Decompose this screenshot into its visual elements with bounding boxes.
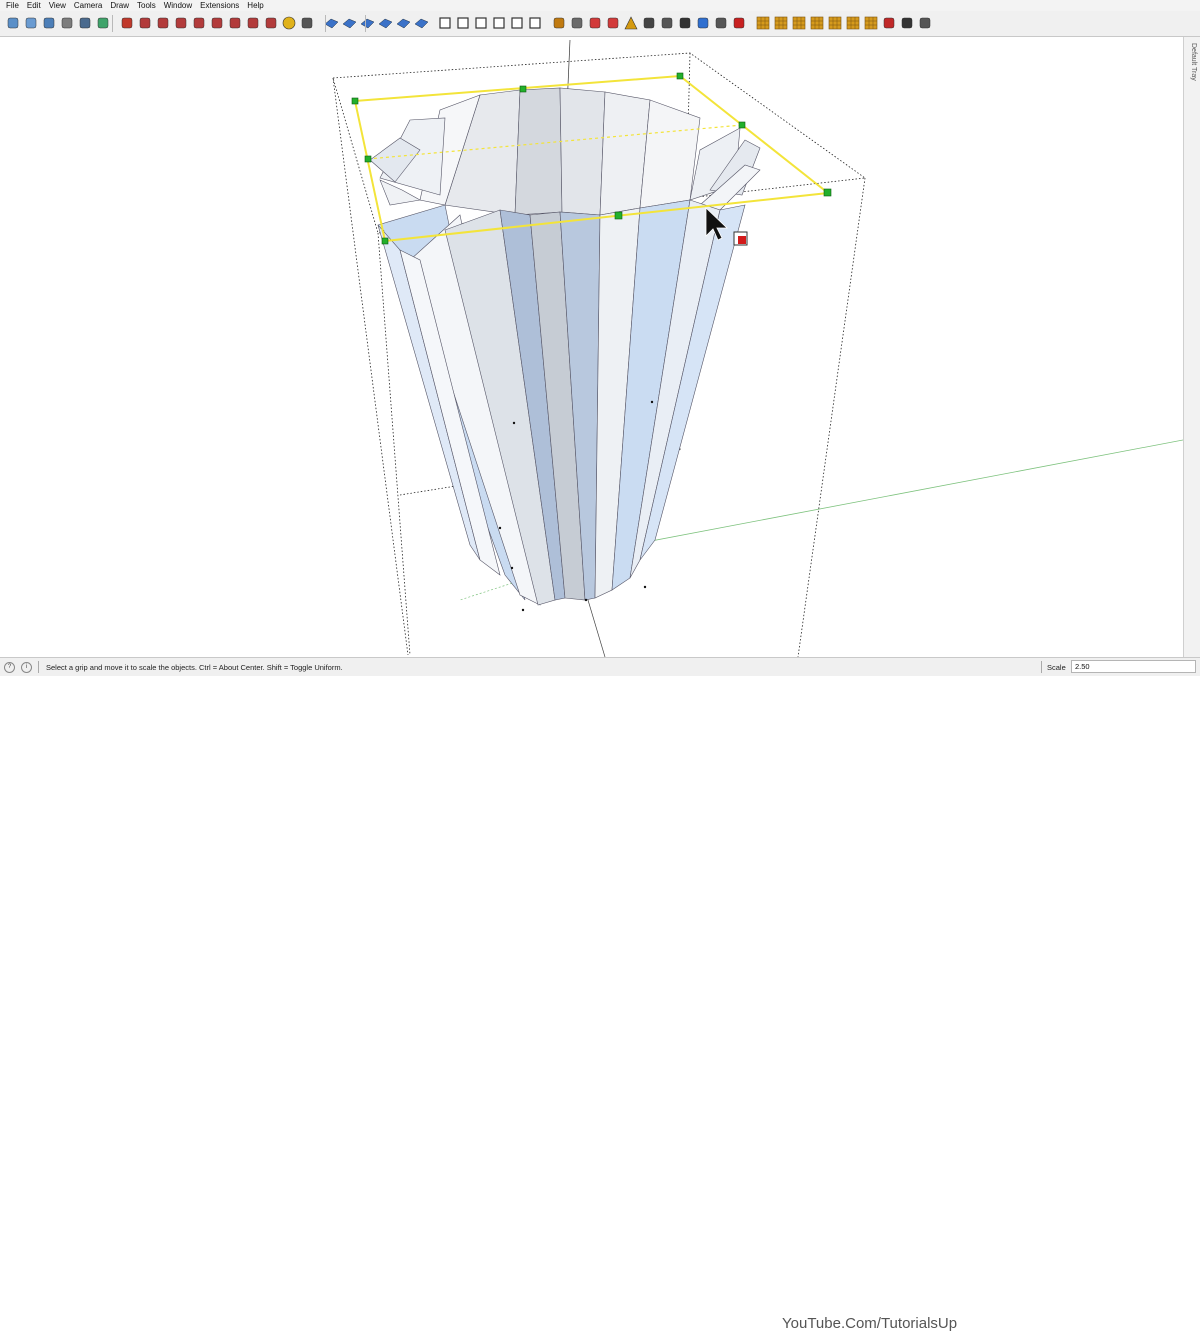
grid-icon[interactable] — [791, 15, 806, 30]
curve-icon[interactable] — [587, 15, 602, 30]
menu-draw[interactable]: Draw — [110, 0, 129, 11]
sandbox-icon[interactable] — [395, 15, 410, 30]
layers-icon[interactable] — [917, 15, 932, 30]
section-icon[interactable] — [455, 15, 470, 30]
magnet-icon[interactable] — [731, 15, 746, 30]
menu-help[interactable]: Help — [247, 0, 263, 11]
menu-view[interactable]: View — [49, 0, 66, 11]
top-view-icon[interactable] — [23, 15, 38, 30]
arc-icon[interactable] — [899, 15, 914, 30]
axis-lower — [584, 589, 606, 657]
eraser-icon[interactable] — [119, 15, 134, 30]
menu-bar: File Edit View Camera Draw Tools Window … — [0, 0, 1200, 11]
vcb-label: Scale — [1047, 663, 1066, 672]
green-axis — [629, 439, 1183, 546]
toolbar — [0, 11, 1200, 37]
section-icon[interactable] — [527, 15, 542, 30]
dots-icon[interactable] — [881, 15, 896, 30]
grid-icon[interactable] — [863, 15, 878, 30]
status-message: Select a grip and move it to scale the o… — [46, 663, 343, 672]
geo-location-icon[interactable]: ? — [4, 662, 15, 673]
vase-model — [369, 87, 761, 606]
solid-tools-icon[interactable] — [173, 15, 188, 30]
grip-handle — [364, 155, 372, 163]
cup-icon[interactable] — [713, 15, 728, 30]
solid-tools-icon[interactable] — [263, 15, 278, 30]
rotate-icon[interactable] — [677, 15, 692, 30]
grip-handle — [738, 121, 746, 129]
solid-tools-icon[interactable] — [191, 15, 206, 30]
grid-icon[interactable] — [755, 15, 770, 30]
grid-icon[interactable] — [827, 15, 842, 30]
warning-icon[interactable] — [623, 15, 638, 30]
fillet-icon[interactable] — [659, 15, 674, 30]
menu-tools[interactable]: Tools — [137, 0, 156, 11]
watermark: YouTube.Com/TutorialsUp — [782, 1315, 958, 1332]
ground-icon[interactable] — [95, 15, 110, 30]
grip-handle — [676, 72, 684, 80]
toolbar-separator — [112, 15, 113, 32]
sandbox-icon[interactable] — [377, 15, 392, 30]
circle-tool-icon[interactable] — [281, 15, 296, 30]
solid-tools-icon[interactable] — [137, 15, 152, 30]
grip-handle — [823, 188, 832, 197]
status-bar: ? i Select a grip and move it to scale t… — [0, 657, 1200, 1332]
solid-tools-icon[interactable] — [245, 15, 260, 30]
back-view-icon[interactable] — [59, 15, 74, 30]
front-view-icon[interactable] — [41, 15, 56, 30]
grid-icon[interactable] — [773, 15, 788, 30]
protractor-icon[interactable] — [569, 15, 584, 30]
section-icon[interactable] — [437, 15, 452, 30]
section-icon[interactable] — [491, 15, 506, 30]
grid-icon[interactable] — [809, 15, 824, 30]
grid-icon[interactable] — [845, 15, 860, 30]
sandbox-icon[interactable] — [359, 15, 374, 30]
grip-handle — [614, 211, 623, 220]
solid-tools-icon[interactable] — [155, 15, 170, 30]
menu-edit[interactable]: Edit — [27, 0, 41, 11]
section-icon[interactable] — [473, 15, 488, 30]
info-icon[interactable]: i — [21, 662, 32, 673]
move-icon[interactable] — [695, 15, 710, 30]
model-viewport[interactable] — [0, 37, 1183, 657]
toolbar-separator — [365, 15, 366, 32]
toolbar-separator — [325, 15, 326, 32]
lasso-icon[interactable] — [641, 15, 656, 30]
menu-camera[interactable]: Camera — [74, 0, 102, 11]
grip-handle — [381, 237, 389, 245]
grip-handle — [351, 97, 359, 105]
measurements-input[interactable] — [1071, 660, 1196, 673]
tray-label[interactable]: Default Tray — [1186, 43, 1199, 123]
menu-extensions[interactable]: Extensions — [200, 0, 239, 11]
solid-tools-icon[interactable] — [209, 15, 224, 30]
separator — [38, 661, 39, 673]
default-tray-strip[interactable]: Default Tray — [1183, 37, 1200, 657]
menu-window[interactable]: Window — [164, 0, 192, 11]
dimension-icon[interactable] — [551, 15, 566, 30]
settings-tools-icon[interactable] — [299, 15, 314, 30]
menu-file[interactable]: File — [6, 0, 19, 11]
sandbox-icon[interactable] — [341, 15, 356, 30]
x-ray-icon[interactable] — [77, 15, 92, 30]
solid-tools-icon[interactable] — [227, 15, 242, 30]
separator — [1041, 661, 1042, 673]
curve-icon[interactable] — [605, 15, 620, 30]
grip-handle — [519, 85, 527, 93]
iso-view-icon[interactable] — [5, 15, 20, 30]
section-icon[interactable] — [509, 15, 524, 30]
model-canvas[interactable] — [0, 37, 1183, 657]
sandbox-icon[interactable] — [413, 15, 428, 30]
